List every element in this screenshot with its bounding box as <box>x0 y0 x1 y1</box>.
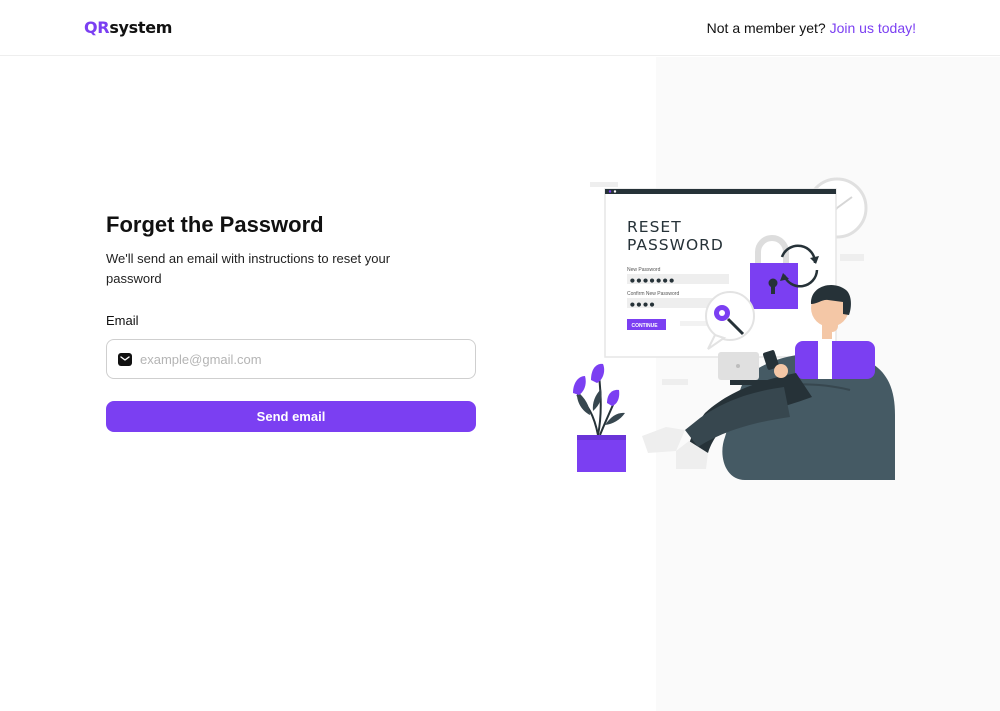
email-label: Email <box>106 313 139 328</box>
page-title: Forget the Password <box>106 212 324 237</box>
member-prompt-text: Not a member yet? <box>706 20 826 36</box>
top-navigation-bar: QRsystem Not a member yet? Join us today… <box>0 0 1000 56</box>
join-link[interactable]: Join us today! <box>830 20 916 36</box>
reset-heading-line1: RESET <box>627 218 682 236</box>
signup-prompt: Not a member yet? Join us today! <box>707 20 916 36</box>
logo-accent: QR <box>84 18 110 37</box>
email-input[interactable] <box>140 340 465 378</box>
new-password-mask: ● ● ● ● ● ● ● <box>630 278 674 284</box>
new-password-label: New Password <box>627 267 661 273</box>
confirm-password-label: Confirm New Password <box>627 291 679 297</box>
mail-icon <box>118 353 132 366</box>
reset-password-illustration: RESET PASSWORD New Password ● ● ● ● ● ● … <box>573 177 895 480</box>
potted-plant <box>573 363 626 472</box>
page-subtitle: We'll send an email with instructions to… <box>106 251 391 286</box>
email-field[interactable] <box>106 339 476 379</box>
continue-label: CONTINUE <box>632 323 659 329</box>
reset-heading-line2: PASSWORD <box>627 236 724 254</box>
logo-text: system <box>109 18 173 37</box>
send-email-button[interactable]: Send email <box>106 401 476 432</box>
app-logo[interactable]: QRsystem <box>84 18 172 37</box>
confirm-password-mask: ● ● ● ● <box>630 302 655 308</box>
